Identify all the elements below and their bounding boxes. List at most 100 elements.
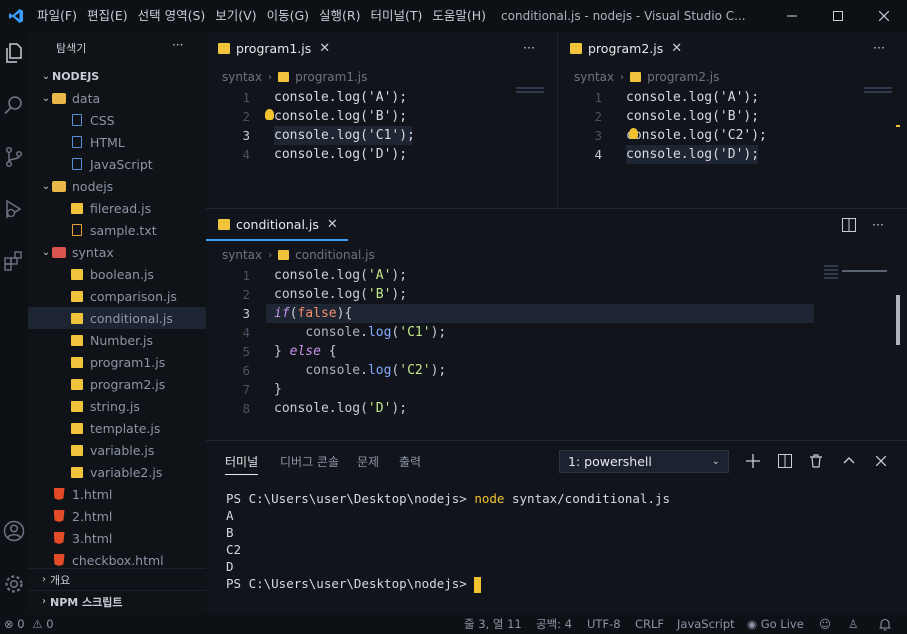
tree-item[interactable]: 1.html	[28, 483, 206, 505]
source-control-icon[interactable]	[0, 142, 28, 172]
tree-item[interactable]: comparison.js	[28, 285, 206, 307]
workspace-root[interactable]: ⌄ NODEJS	[28, 65, 206, 87]
breadcrumb-file[interactable]: conditional.js	[295, 248, 375, 262]
indentation[interactable]: 공백: 4	[536, 614, 572, 634]
outline-section[interactable]: › 개요	[28, 568, 206, 590]
close-panel-icon[interactable]	[871, 451, 891, 471]
tree-item[interactable]: variable2.js	[28, 461, 206, 483]
tree-item[interactable]: program1.js	[28, 351, 206, 373]
breadcrumb-file[interactable]: program2.js	[647, 70, 719, 84]
new-terminal-icon[interactable]	[743, 451, 763, 471]
breadcrumb-file[interactable]: program1.js	[295, 70, 367, 84]
code-line: }	[274, 382, 282, 397]
cursor-position[interactable]: 줄 3, 열 11	[464, 614, 522, 634]
menu-edit[interactable]: 편집(E)	[82, 0, 133, 32]
tree-item[interactable]: Number.js	[28, 329, 206, 351]
trash-icon[interactable]	[806, 451, 826, 471]
breadcrumb-folder[interactable]: syntax	[222, 248, 262, 262]
tree-item[interactable]: HTML	[28, 131, 206, 153]
tree-item[interactable]: ⌄ nodejs	[28, 175, 206, 197]
panel-tab-output[interactable]: 출력	[399, 453, 421, 470]
maximize-button[interactable]	[815, 0, 861, 32]
account-status-icon[interactable]: ♙	[848, 614, 858, 634]
split-terminal-icon[interactable]	[775, 451, 795, 471]
tree-item[interactable]: boolean.js	[28, 263, 206, 285]
tree-item[interactable]: JavaScript	[28, 153, 206, 175]
problems-indicator[interactable]: ⊗ 0 ⚠ 0	[4, 614, 54, 634]
minimap[interactable]	[864, 87, 892, 89]
chevron-up-icon[interactable]	[839, 451, 859, 471]
menu-selection[interactable]: 선택 영역(S)	[133, 0, 211, 32]
terminal-command-args: syntax/conditional.js	[504, 491, 671, 506]
breadcrumb-folder[interactable]: syntax	[222, 70, 262, 84]
html5-file-icon	[53, 554, 65, 566]
npm-scripts-section[interactable]: › NPM 스크립트	[28, 590, 206, 612]
minimap-line	[824, 277, 838, 279]
menu-help[interactable]: 도움말(H)	[427, 0, 491, 32]
terminal-select[interactable]: 1: powershell ⌄	[559, 450, 729, 473]
close-icon[interactable]: ✕	[671, 41, 682, 56]
close-icon[interactable]: ✕	[319, 41, 330, 56]
close-icon[interactable]: ✕	[327, 217, 338, 232]
tree-item[interactable]: ⌄ data	[28, 87, 206, 109]
scrollbar-thumb[interactable]	[896, 295, 900, 345]
search-icon[interactable]	[0, 90, 28, 120]
minimap[interactable]	[516, 87, 544, 89]
more-actions-button[interactable]: ···	[523, 40, 535, 55]
tree-item[interactable]: program2.js	[28, 373, 206, 395]
line-number: 1	[594, 90, 602, 105]
minimap[interactable]	[824, 265, 838, 267]
explorer-more-button[interactable]: ···	[172, 38, 183, 52]
line-number: 4	[242, 147, 250, 162]
notifications-bell-icon[interactable]	[879, 614, 891, 634]
tree-item[interactable]: sample.txt	[28, 219, 206, 241]
status-bar: ⊗ 0 ⚠ 0 줄 3, 열 11 공백: 4 UTF-8 CRLF JavaS…	[0, 614, 907, 634]
js-file-icon	[71, 400, 83, 412]
settings-gear-icon[interactable]	[0, 569, 28, 599]
breadcrumb-folder[interactable]: syntax	[574, 70, 614, 84]
explorer-icon[interactable]	[0, 38, 28, 68]
go-live-button[interactable]: ◉ Go Live	[747, 614, 804, 634]
more-actions-button[interactable]: ···	[873, 40, 885, 55]
tree-item[interactable]: string.js	[28, 395, 206, 417]
tab-program2[interactable]: program2.js ✕	[558, 32, 682, 64]
end-of-line[interactable]: CRLF	[635, 614, 664, 634]
tree-item[interactable]: conditional.js	[28, 307, 206, 329]
run-debug-icon[interactable]	[0, 194, 28, 224]
go-live-label: Go Live	[760, 617, 804, 631]
menu-view[interactable]: 보기(V)	[210, 0, 261, 32]
folder-open-icon	[52, 92, 66, 104]
split-editor-icon[interactable]	[842, 218, 856, 235]
title-bar: 파일(F) 편집(E) 선택 영역(S) 보기(V) 이동(G) 실행(R) 터…	[0, 0, 907, 32]
lightbulb-icon[interactable]	[629, 128, 638, 139]
more-actions-button[interactable]: ···	[872, 217, 884, 232]
tree-item[interactable]: CSS	[28, 109, 206, 131]
tree-item[interactable]: 2.html	[28, 505, 206, 527]
panel-tab-terminal[interactable]: 터미널	[225, 453, 259, 475]
tree-item[interactable]: variable.js	[28, 439, 206, 461]
panel-tab-problems[interactable]: 문제	[357, 453, 379, 470]
menu-terminal[interactable]: 터미널(T)	[366, 0, 428, 32]
tab-program1[interactable]: program1.js ✕	[206, 32, 330, 64]
menu-go[interactable]: 이동(G)	[262, 0, 314, 32]
extensions-icon[interactable]	[0, 246, 28, 276]
tweet-feedback-icon[interactable]: ☺	[819, 614, 831, 634]
tab-conditional[interactable]: conditional.js ✕	[206, 209, 348, 241]
language-mode[interactable]: JavaScript	[677, 614, 735, 634]
close-window-button[interactable]	[861, 0, 907, 32]
minimize-button[interactable]	[769, 0, 815, 32]
chevron-down-icon: ⌄	[711, 456, 720, 467]
menu-run[interactable]: 실행(R)	[314, 0, 365, 32]
menu-file[interactable]: 파일(F)	[32, 0, 82, 32]
tree-item[interactable]: ⌄ syntax	[28, 241, 206, 263]
account-icon[interactable]	[0, 516, 28, 546]
tree-item[interactable]: fileread.js	[28, 197, 206, 219]
text-file-icon	[72, 224, 82, 236]
panel-tab-debug-console[interactable]: 디버그 콘솔	[280, 453, 339, 470]
encoding[interactable]: UTF-8	[587, 614, 621, 634]
lightbulb-icon[interactable]	[265, 109, 274, 120]
line-number: 8	[242, 401, 250, 416]
tree-item[interactable]: template.js	[28, 417, 206, 439]
editor-conditional: conditional.js ✕ ··· syntax › conditiona…	[206, 208, 907, 440]
tree-item[interactable]: 3.html	[28, 527, 206, 549]
